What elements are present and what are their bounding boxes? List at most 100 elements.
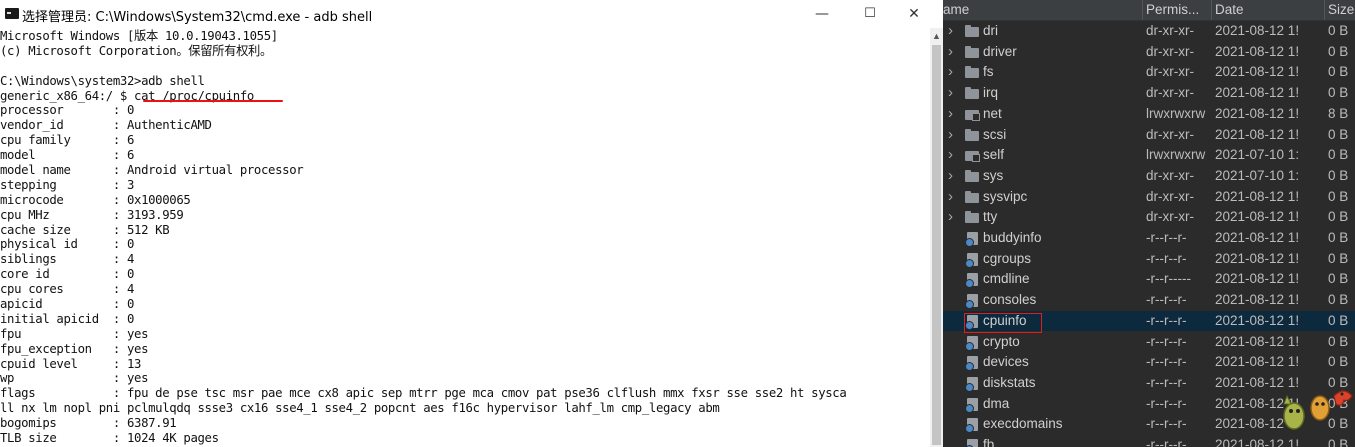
expand-arrow-icon[interactable]: ›: [948, 104, 958, 125]
file-row-devices[interactable]: devices -r--r--r- 2021-08-12 1! 0 B: [943, 352, 1355, 373]
file-row-buddyinfo[interactable]: buddyinfo -r--r--r- 2021-08-12 1! 0 B: [943, 228, 1355, 249]
file-size: 0 B: [1328, 230, 1349, 245]
scrollbar-thumb[interactable]: [932, 45, 941, 445]
console-line: fpu : yes: [0, 326, 149, 341]
file-row-driver[interactable]: › driver dr-xr-xr- 2021-08-12 1! 0 B: [943, 42, 1355, 63]
expand-arrow-icon[interactable]: ›: [948, 62, 958, 83]
file-row-cgroups[interactable]: cgroups -r--r--r- 2021-08-12 1! 0 B: [943, 249, 1355, 270]
file-name: fb: [983, 437, 995, 447]
console-line: microcode : 0x1000065: [0, 192, 191, 207]
file-row-fb[interactable]: fb -r--r--r- 2021-08-12 1! 0 B: [943, 435, 1355, 447]
file-permissions: dr-xr-xr-: [1146, 209, 1194, 225]
expand-arrow-icon[interactable]: ›: [948, 83, 958, 104]
file-date: 2021-08-12 1!: [1215, 209, 1300, 225]
folder-icon: [965, 211, 979, 224]
expand-arrow-icon[interactable]: ›: [948, 145, 958, 166]
close-button[interactable]: ✕: [898, 3, 930, 25]
column-header-permissions[interactable]: Permis...: [1146, 0, 1208, 20]
console-line: ll nx lm nopl pni pclmulqdq ssse3 cx16 s…: [0, 401, 720, 416]
file-date: 2021-08-12 1!: [1215, 105, 1300, 121]
column-header-date[interactable]: Date: [1215, 0, 1320, 20]
folder-icon: [965, 128, 979, 141]
column-header-size[interactable]: Size: [1328, 0, 1355, 20]
column-divider[interactable]: [1211, 0, 1212, 20]
file-name: scsi: [983, 126, 1007, 142]
file-icon: [965, 356, 978, 372]
file-permissions: dr-xr-xr-: [1146, 126, 1194, 142]
file-row-cmdline[interactable]: cmdline -r--r----- 2021-08-12 1! 0 B: [943, 269, 1355, 290]
expand-arrow-icon[interactable]: ›: [948, 166, 958, 187]
file-row-dri[interactable]: › dri dr-xr-xr- 2021-08-12 1! 0 B: [943, 21, 1355, 42]
cmd-window: 选择管理员: C:\Windows\System32\cmd.exe - adb…: [0, 0, 930, 447]
expand-arrow-icon[interactable]: ›: [948, 42, 958, 63]
file-size: 0 B: [1328, 147, 1349, 163]
console-line: apicid : 0: [0, 297, 135, 312]
column-divider[interactable]: [1142, 0, 1143, 20]
symlink-folder-icon: [965, 109, 980, 121]
console-line: model name : Android virtual processor: [0, 163, 304, 178]
file-name: driver: [983, 43, 1017, 59]
file-date: 2021-08-12 1!: [1215, 333, 1300, 349]
console-line: wp : yes: [0, 371, 149, 386]
console-app-icon: [5, 8, 19, 19]
file-name: execdomains: [983, 416, 1063, 432]
file-row-net[interactable]: › net lrwxrwxrw 2021-08-12 1! 8 B: [943, 104, 1355, 125]
file-name: irq: [983, 85, 999, 101]
console-line: cpu family : 6: [0, 133, 135, 148]
expand-arrow-icon[interactable]: ›: [948, 207, 958, 228]
file-name: tty: [983, 209, 998, 225]
expand-arrow-icon[interactable]: ›: [948, 187, 958, 208]
file-date: 2021-07-10 1:: [1215, 147, 1300, 163]
file-icon: [965, 397, 978, 413]
column-divider[interactable]: [1324, 0, 1325, 20]
vertical-scrollbar[interactable]: ▲: [930, 28, 943, 447]
file-date: 2021-08-12 1!: [1215, 23, 1300, 38]
console-line: processor : 0: [0, 103, 135, 118]
file-icon: [965, 376, 978, 392]
file-icon: [965, 335, 978, 351]
file-name: dri: [983, 23, 999, 38]
file-date: 2021-08-12 1!: [1215, 43, 1300, 59]
file-row-irq[interactable]: › irq dr-xr-xr- 2021-08-12 1! 0 B: [943, 83, 1355, 104]
console-output[interactable]: Microsoft Windows [版本 10.0.19043.1055] (c…: [0, 29, 928, 447]
file-row-scsi[interactable]: › scsi dr-xr-xr- 2021-08-12 1! 0 B: [943, 125, 1355, 146]
folder-icon: [965, 25, 979, 37]
file-date: 2021-08-12 1!: [1215, 126, 1300, 142]
file-name: cmdline: [983, 271, 1030, 287]
file-row-sys[interactable]: › sys dr-xr-xr- 2021-07-10 1: 0 B: [943, 166, 1355, 187]
file-name: cgroups: [983, 250, 1032, 266]
file-name: devices: [983, 354, 1029, 370]
file-size: 8 B: [1328, 105, 1349, 121]
folder-icon: [965, 66, 979, 79]
file-row-crypto[interactable]: crypto -r--r--r- 2021-08-12 1! 0 B: [943, 332, 1355, 353]
folder-icon: [965, 87, 979, 100]
file-permissions: dr-xr-xr-: [1146, 23, 1194, 38]
file-size: 0 B: [1328, 85, 1349, 101]
expand-arrow-icon[interactable]: ›: [948, 125, 958, 146]
file-row-consoles[interactable]: consoles -r--r--r- 2021-08-12 1! 0 B: [943, 290, 1355, 311]
scroll-up-arrow-icon[interactable]: ▲: [930, 30, 943, 42]
console-line: C:\Windows\system32>adb shell: [0, 73, 205, 88]
window-title: 选择管理员: C:\Windows\System32\cmd.exe - adb…: [22, 10, 373, 25]
title-bar[interactable]: 选择管理员: C:\Windows\System32\cmd.exe - adb…: [0, 0, 930, 28]
file-permissions: -r--r--r-: [1146, 374, 1187, 390]
file-row-sysvipc[interactable]: › sysvipc dr-xr-xr- 2021-08-12 1! 0 B: [943, 187, 1355, 208]
expand-arrow-icon[interactable]: ›: [948, 21, 958, 42]
file-row-self[interactable]: › self lrwxrwxrw 2021-07-10 1: 0 B: [943, 145, 1355, 166]
file-permissions: -r--r--r-: [1146, 312, 1187, 328]
file-permissions: -r--r--r-: [1146, 395, 1187, 411]
file-date: 2021-08-12 1!: [1215, 292, 1300, 308]
column-header-name[interactable]: ame: [943, 0, 1138, 20]
file-row-tty[interactable]: › tty dr-xr-xr- 2021-08-12 1! 0 B: [943, 207, 1355, 228]
maximize-button[interactable]: ☐: [850, 3, 890, 25]
file-size: 0 B: [1328, 250, 1349, 266]
file-name: self: [983, 147, 1005, 163]
minimize-button[interactable]: —: [802, 3, 842, 25]
file-size: 0 B: [1328, 354, 1349, 370]
cartoon-sticker-decoration: [1283, 390, 1353, 430]
file-row-fs[interactable]: › fs dr-xr-xr- 2021-08-12 1! 0 B: [943, 62, 1355, 83]
console-line: TLB size : 1024 4K pages: [0, 431, 219, 446]
file-name: fs: [983, 64, 994, 80]
file-permissions: dr-xr-xr-: [1146, 188, 1194, 204]
